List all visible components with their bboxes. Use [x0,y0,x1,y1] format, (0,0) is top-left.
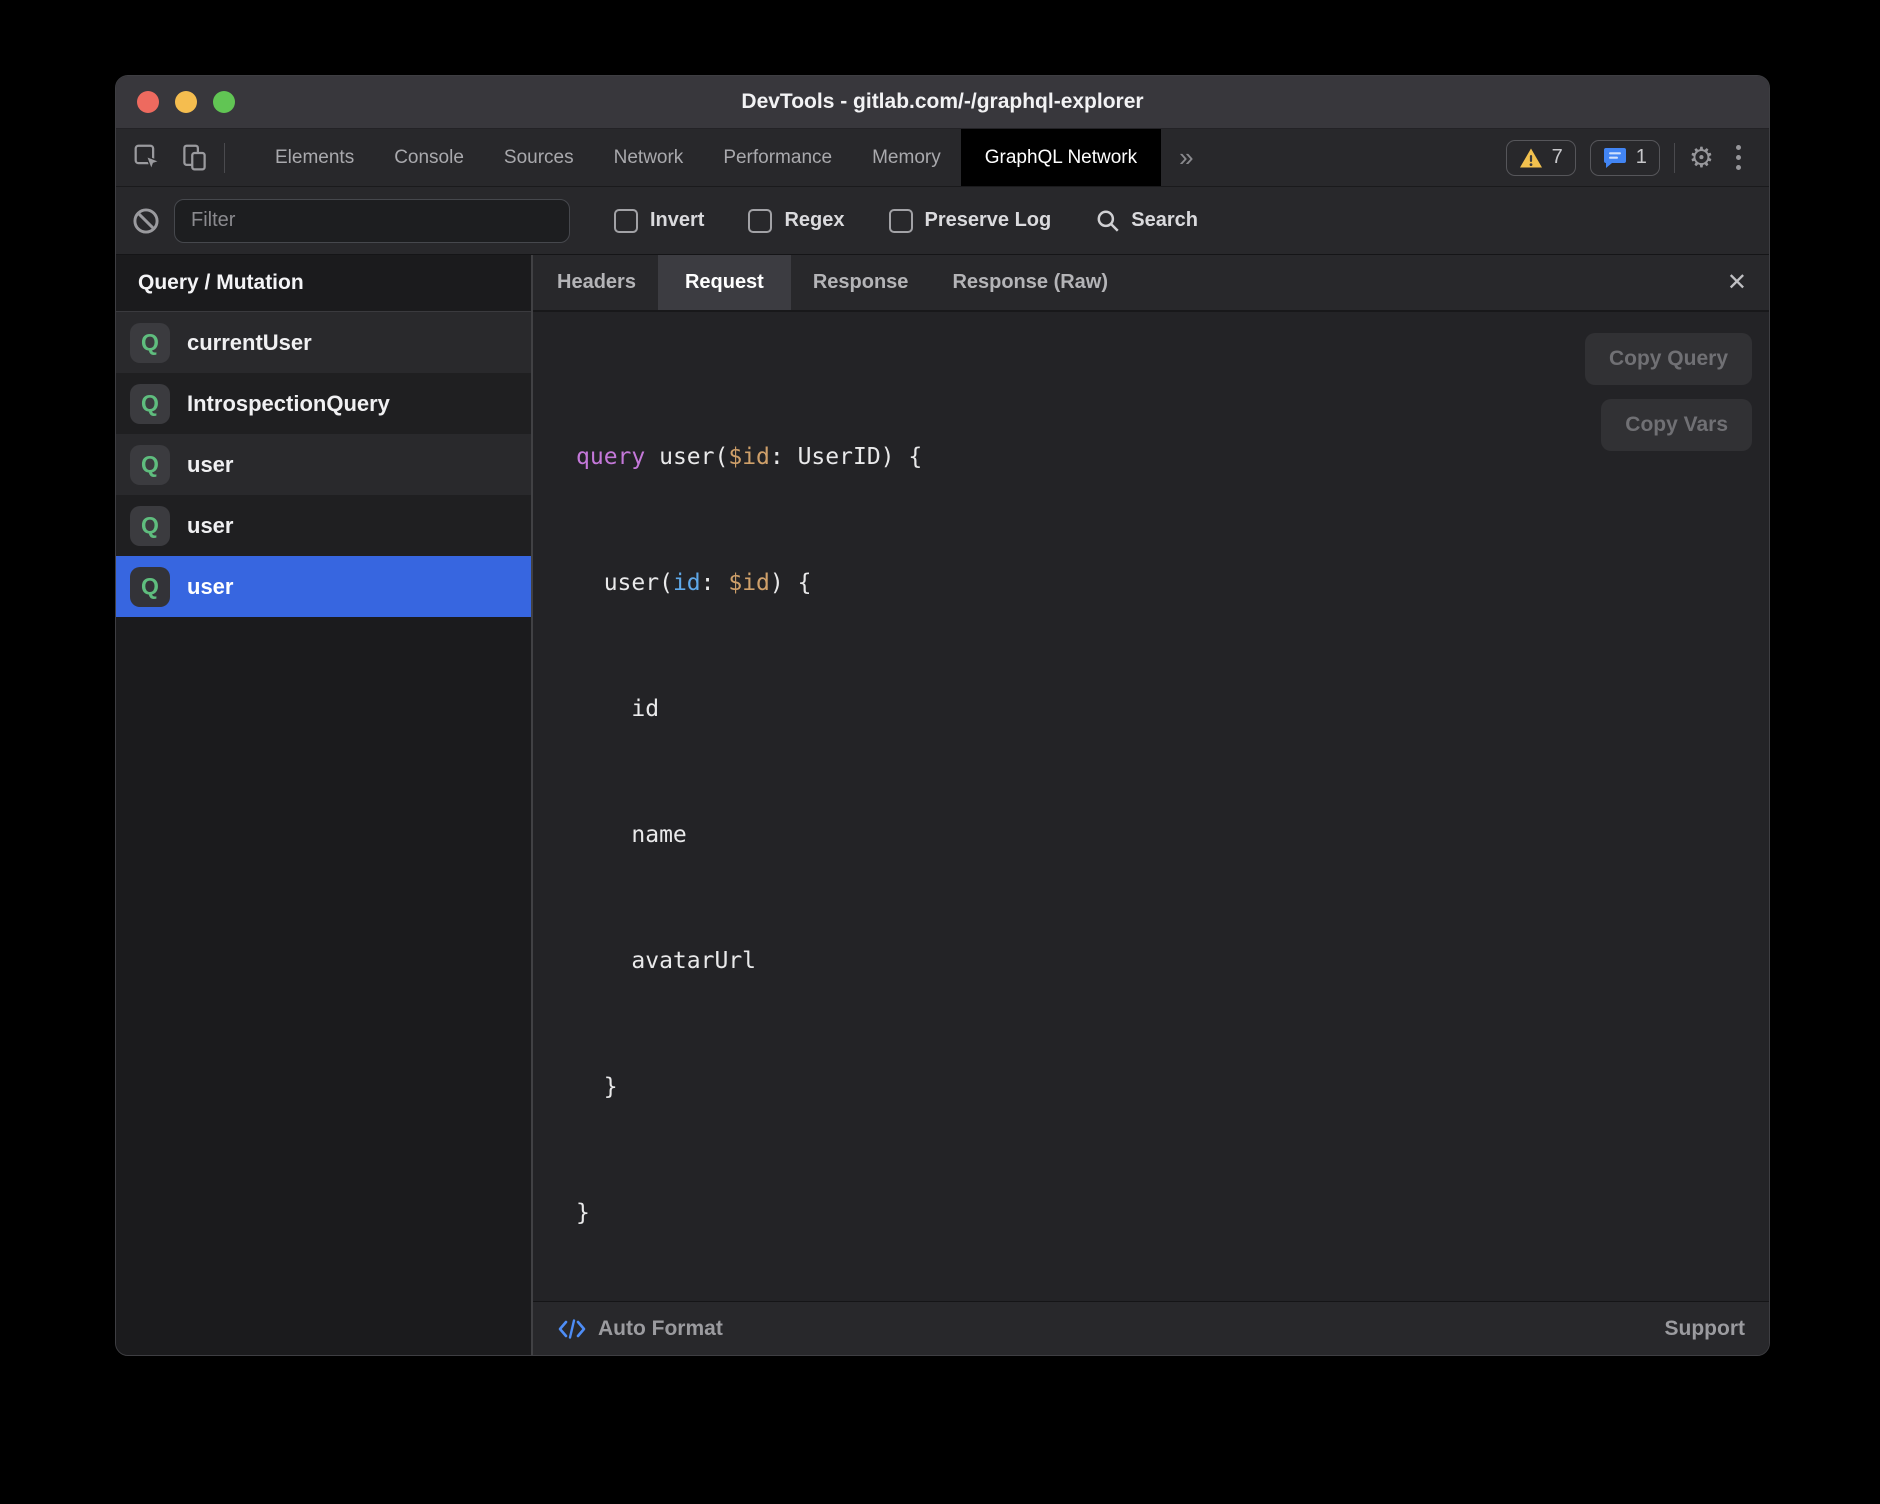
copy-vars-button[interactable]: Copy Vars [1601,399,1752,451]
tab-response[interactable]: Response [791,255,931,310]
list-item-label: user [187,513,233,539]
filter-bar: Invert Regex Preserve Log Search [116,187,1769,255]
tab-sources[interactable]: Sources [484,129,594,186]
request-tab-content: query user($id: UserID) { user(id: $id) … [533,312,1769,1301]
more-options-kebab-icon[interactable] [1728,145,1749,170]
screen: DevTools - gitlab.com/-/graphql-explorer [0,0,1880,1504]
query-type-badge: Q [130,323,170,363]
inspect-element-icon[interactable] [134,144,161,171]
warning-count: 7 [1552,146,1563,169]
auto-format-button[interactable]: Auto Format [557,1317,723,1341]
tab-elements[interactable]: Elements [255,129,374,186]
copy-query-button[interactable]: Copy Query [1585,333,1752,385]
more-tabs-chevron-icon[interactable]: » [1161,129,1211,186]
tab-network[interactable]: Network [594,129,704,186]
code-line: id [576,688,1769,730]
graphql-query-code: query user($id: UserID) { user(id: $id) … [576,352,1769,1301]
devtools-window: DevTools - gitlab.com/-/graphql-explorer [115,75,1770,1356]
code-line: } [576,1192,1769,1234]
badges-divider [1674,143,1675,173]
tab-memory[interactable]: Memory [852,129,961,186]
list-item-label: user [187,452,233,478]
regex-checkbox-group[interactable]: Regex [748,209,844,233]
list-item-currentuser[interactable]: Q currentUser [116,312,531,373]
list-item-label: user [187,574,233,600]
preserve-log-label: Preserve Log [925,209,1052,232]
warnings-badge[interactable]: 7 [1506,140,1576,176]
toolbar-icons [116,129,224,186]
preserve-log-checkbox-group[interactable]: Preserve Log [889,209,1052,233]
close-window-button[interactable] [137,91,159,113]
settings-gear-icon[interactable]: ⚙ [1689,144,1714,172]
invert-checkbox[interactable] [614,209,638,233]
list-item-user-1[interactable]: Q user [116,434,531,495]
list-item-user-2[interactable]: Q user [116,495,531,556]
tab-headers[interactable]: Headers [535,255,658,310]
auto-format-label: Auto Format [598,1317,723,1341]
code-brackets-icon [557,1317,587,1341]
warning-triangle-icon [1519,147,1543,169]
detail-panel: Headers Request Response Response (Raw) … [533,255,1769,1355]
query-type-badge: Q [130,567,170,607]
code-line: user(id: $id) { [576,562,1769,604]
tab-console[interactable]: Console [374,129,484,186]
panel-tabs: Elements Console Sources Network Perform… [255,129,1161,186]
regex-label: Regex [784,209,844,232]
toolbar-divider [224,143,225,173]
tab-response-raw[interactable]: Response (Raw) [930,255,1130,310]
traffic-lights [137,76,235,128]
list-item-label: currentUser [187,330,312,356]
window-title: DevTools - gitlab.com/-/graphql-explorer [741,90,1143,114]
message-bubble-icon [1603,147,1627,169]
search-button[interactable]: Search [1095,208,1198,234]
invert-checkbox-group[interactable]: Invert [614,209,704,233]
detail-footer: Auto Format Support [533,1301,1769,1355]
message-count: 1 [1636,146,1647,169]
toolbar-right-cluster: 7 1 ⚙ [1506,129,1769,186]
code-line: name [576,814,1769,856]
list-item-label: IntrospectionQuery [187,391,390,417]
query-type-badge: Q [130,445,170,485]
title-bar: DevTools - gitlab.com/-/graphql-explorer [116,76,1769,129]
filter-input[interactable] [174,199,570,243]
query-type-badge: Q [130,384,170,424]
query-type-badge: Q [130,506,170,546]
block-requests-icon[interactable] [132,207,160,235]
tab-request[interactable]: Request [658,255,791,310]
query-list-header: Query / Mutation [116,255,531,312]
device-toolbar-icon[interactable] [181,144,208,171]
search-label: Search [1131,209,1198,232]
preserve-log-checkbox[interactable] [889,209,913,233]
detail-tab-bar: Headers Request Response Response (Raw) … [533,255,1769,312]
list-item-user-3-selected[interactable]: Q user [116,556,531,617]
code-line: avatarUrl [576,940,1769,982]
search-icon [1095,208,1121,234]
devtools-tab-bar: Elements Console Sources Network Perform… [116,129,1769,187]
invert-label: Invert [650,209,704,232]
list-item-introspectionquery[interactable]: Q IntrospectionQuery [116,373,531,434]
support-link[interactable]: Support [1665,1317,1745,1341]
zoom-window-button[interactable] [213,91,235,113]
tab-performance[interactable]: Performance [703,129,852,186]
tab-graphql-network[interactable]: GraphQL Network [961,129,1161,186]
minimize-window-button[interactable] [175,91,197,113]
regex-checkbox[interactable] [748,209,772,233]
messages-badge[interactable]: 1 [1590,140,1660,176]
query-list-panel: Query / Mutation Q currentUser Q Introsp… [116,255,533,1355]
main-split: Query / Mutation Q currentUser Q Introsp… [116,255,1769,1355]
code-line: } [576,1066,1769,1108]
close-detail-icon[interactable]: ✕ [1705,255,1769,310]
code-line: query user($id: UserID) { [576,436,1769,478]
